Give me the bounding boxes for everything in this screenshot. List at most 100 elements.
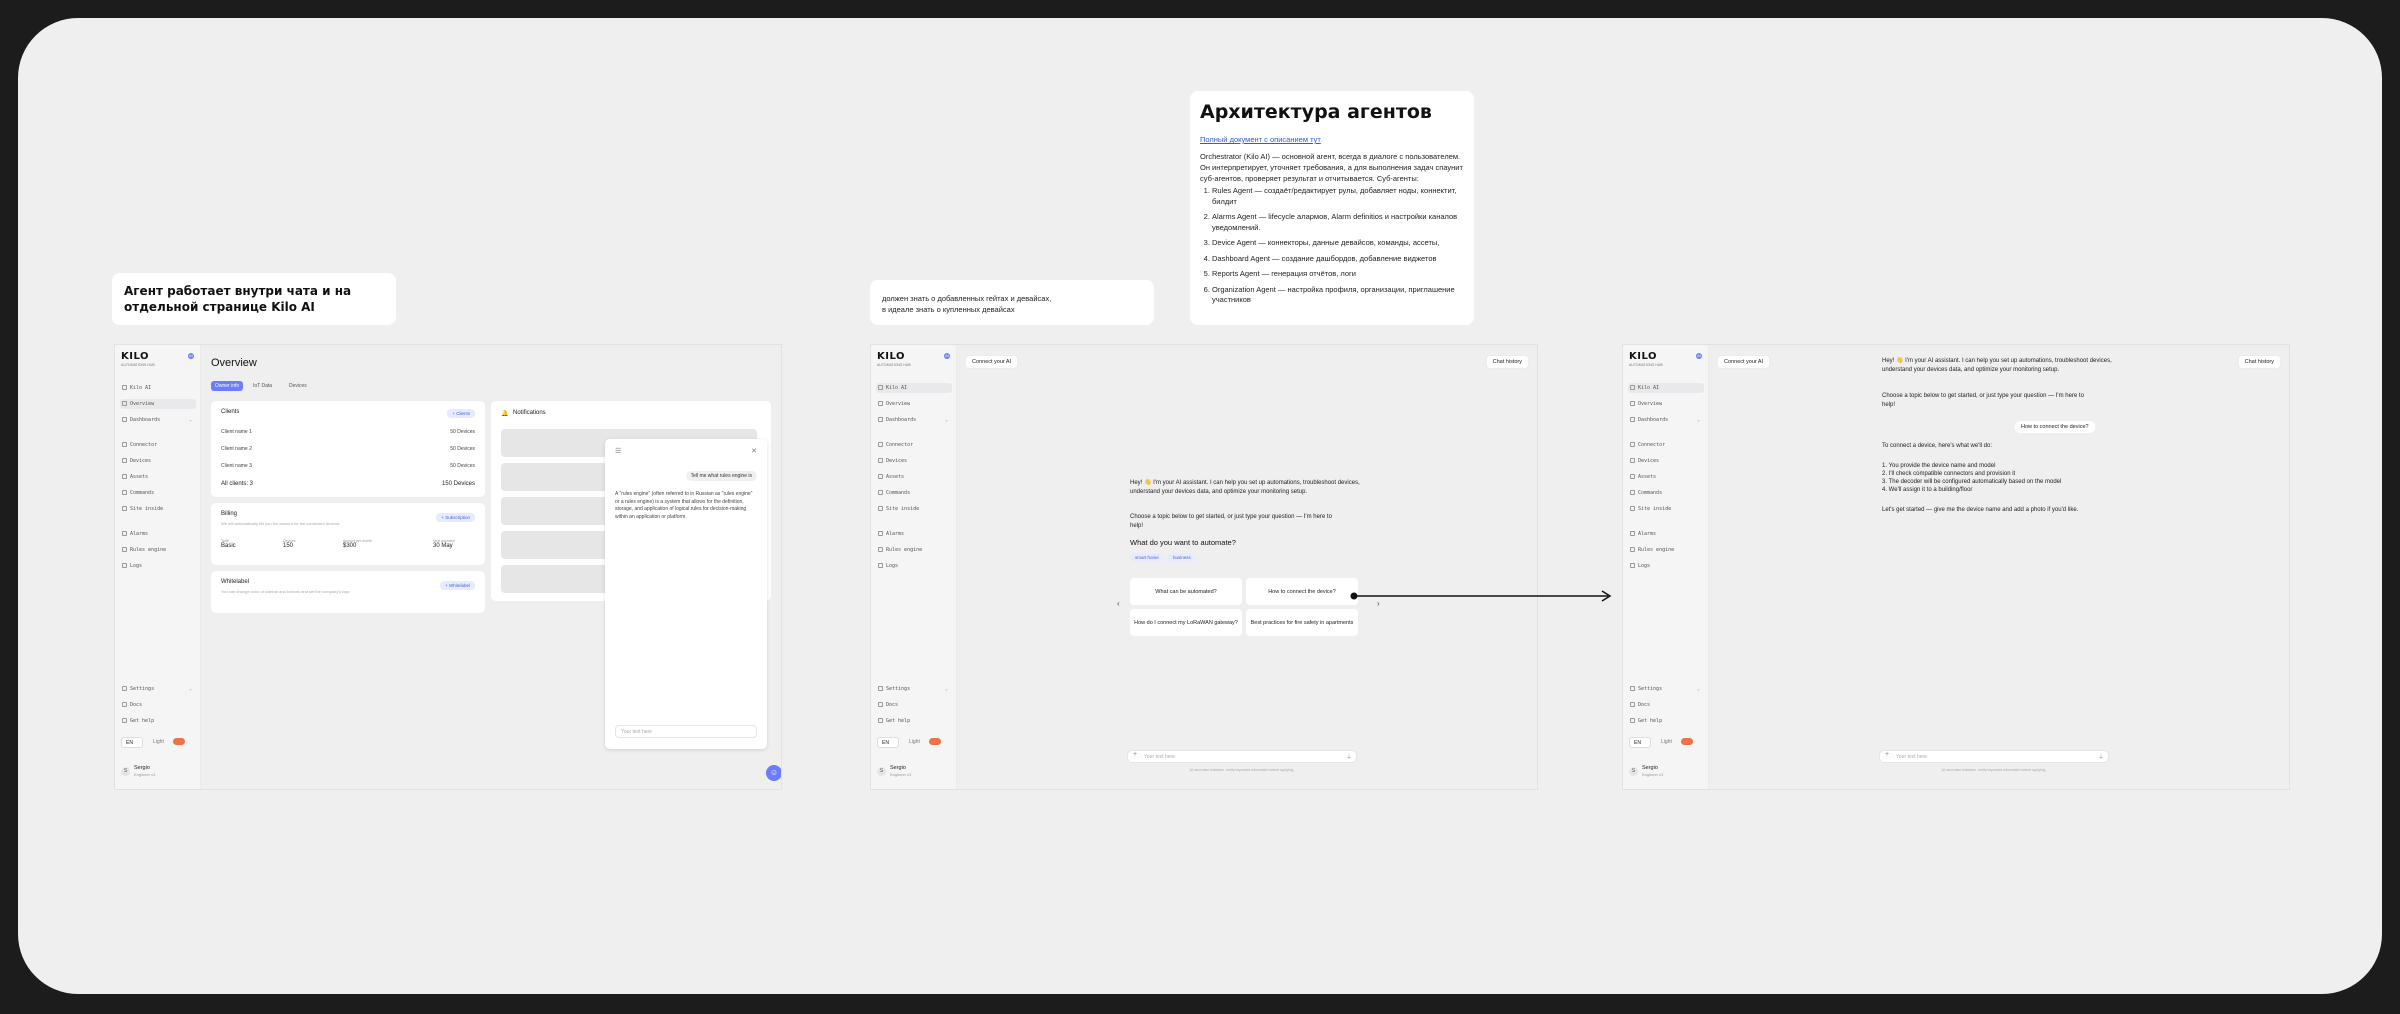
sidebar-item-devices[interactable]: Devices	[120, 456, 196, 466]
avatar[interactable]: S	[121, 767, 130, 776]
sidebar-item-assets[interactable]: Assets	[120, 472, 196, 482]
dashboard-icon	[122, 417, 127, 422]
sidebar-item-alarms[interactable]: Alarms	[876, 529, 952, 539]
theme-toggle[interactable]	[1681, 738, 1693, 745]
avatar[interactable]: S	[1629, 767, 1638, 776]
sidebar-item-kilo-ai[interactable]: Kilo AI	[120, 383, 196, 393]
language-select[interactable]: EN	[1629, 737, 1651, 748]
chat-history-button[interactable]: Chat history	[1485, 355, 1529, 369]
sidebar-item-logs[interactable]: Logs	[876, 561, 952, 571]
chip-business[interactable]: business	[1168, 553, 1196, 562]
device-icon	[878, 458, 883, 463]
sidebar-item-logs[interactable]: Logs	[1628, 561, 1704, 571]
sidebar-item-settings[interactable]: Settings ⌄	[876, 684, 952, 694]
connect-ai-button[interactable]: Connect your AI	[1717, 355, 1771, 369]
add-whitelabel-button[interactable]: + Whitelabel	[440, 581, 475, 590]
sidebar-item-site-inside[interactable]: Site inside	[1628, 504, 1704, 514]
sidebar-item-overview[interactable]: Overview	[876, 399, 952, 409]
kilo-logo: KILO	[121, 351, 149, 362]
sidebar-item-get-help[interactable]: Get help	[1628, 716, 1704, 726]
billing-amount: Amount per month $300	[343, 539, 372, 549]
sidebar-item-assets[interactable]: Assets	[876, 472, 952, 482]
sidebar-item-docs[interactable]: Docs	[876, 700, 952, 710]
theme-label: Light	[909, 739, 920, 745]
prompt-text: Choose a topic below to get started, or …	[1882, 393, 2084, 408]
sidebar-item-alarms[interactable]: Alarms	[120, 529, 196, 539]
agent-alarms: Alarms Agent — lifecycle алармов, Alarm …	[1212, 212, 1464, 233]
sidebar-item-rules-engine[interactable]: Rules engine	[876, 545, 952, 555]
close-icon[interactable]: ✕	[751, 447, 757, 455]
sidebar-item-connector[interactable]: Connector	[1628, 440, 1704, 450]
sidebar-item-dashboards[interactable]: Dashboards ⌄	[1628, 415, 1704, 425]
sidebar-item-connector[interactable]: Connector	[876, 440, 952, 450]
clients-title: Clients	[221, 409, 240, 415]
plus-icon[interactable]: +	[1133, 751, 1137, 758]
tab-owner-info[interactable]: Owner info	[211, 381, 244, 391]
option-what-can-be-automated[interactable]: What can be automated?	[1130, 578, 1242, 605]
sidebar-item-kilo-ai[interactable]: Kilo AI	[876, 383, 952, 393]
chip-smart-home[interactable]: smart home	[1130, 553, 1164, 562]
chevron-down-icon: ⌄	[188, 417, 192, 423]
sidebar-item-devices[interactable]: Devices	[1628, 456, 1704, 466]
sidebar-item-assets[interactable]: Assets	[1628, 472, 1704, 482]
kilo-logo: KILO	[1629, 351, 1657, 362]
mic-icon[interactable]: ⏚	[1346, 752, 1352, 761]
add-clients-button[interactable]: + Clients	[447, 409, 475, 418]
plus-icon[interactable]: +	[1885, 751, 1889, 758]
sidebar-item-rules-engine[interactable]: Rules engine	[1628, 545, 1704, 555]
add-subscription-button[interactable]: + Subscription	[436, 513, 475, 522]
connect-ai-button[interactable]: Connect your AI	[965, 355, 1019, 369]
sidebar-item-overview[interactable]: Overview	[120, 399, 196, 409]
option-how-to-connect[interactable]: How to connect the device?	[1246, 578, 1358, 605]
gear-icon	[1630, 686, 1635, 691]
chat-history-button[interactable]: Chat history	[2237, 355, 2281, 369]
avatar[interactable]: S	[877, 767, 886, 776]
chat-input[interactable]: Your text here	[1127, 750, 1357, 763]
sidebar-item-site-inside[interactable]: Site inside	[876, 504, 952, 514]
sidebar-item-commands[interactable]: Commands	[120, 488, 196, 498]
option-lorawan-gateway[interactable]: How do I connect my LoRaWAN gateway?	[1130, 609, 1242, 636]
sidebar-item-dashboards[interactable]: Dashboards ⌄	[120, 415, 196, 425]
sidebar-item-logs[interactable]: Logs	[120, 561, 196, 571]
sidebar-item-commands[interactable]: Commands	[1628, 488, 1704, 498]
language-select[interactable]: EN	[121, 737, 143, 748]
sidebar-item-alarms[interactable]: Alarms	[1628, 529, 1704, 539]
sidebar-item-settings[interactable]: Settings ⌄	[1628, 684, 1704, 694]
sidebar-item-site-inside[interactable]: Site inside	[120, 504, 196, 514]
tab-iot-data[interactable]: IoT Data	[253, 381, 272, 391]
sidebar-item-docs[interactable]: Docs	[120, 700, 196, 710]
user-name: Sergio Engineer x3	[1642, 765, 1664, 777]
sparkle-icon	[122, 385, 127, 390]
sidebar-item-settings[interactable]: Settings ⌄	[120, 684, 196, 694]
chat-input[interactable]: Your text here	[1879, 750, 2109, 763]
sidebar-item-dashboards[interactable]: Dashboards ⌄	[876, 415, 952, 425]
whitelabel-card: Whitelabel You can change color of sideb…	[211, 571, 485, 613]
sidebar-item-get-help[interactable]: Get help	[876, 716, 952, 726]
language-select[interactable]: EN	[877, 737, 899, 748]
sidebar-item-kilo-ai[interactable]: Kilo AI	[1628, 383, 1704, 393]
chevron-left-icon[interactable]: ‹	[1117, 599, 1120, 608]
sidebar-item-docs[interactable]: Docs	[1628, 700, 1704, 710]
sidebar-item-commands[interactable]: Commands	[876, 488, 952, 498]
option-fire-safety[interactable]: Best practices for fire safety in apartm…	[1246, 609, 1358, 636]
theme-toggle[interactable]	[929, 738, 941, 745]
plug-icon	[1630, 442, 1635, 447]
sidebar-item-connector[interactable]: Connector	[120, 440, 196, 450]
sidebar-item-get-help[interactable]: Get help	[120, 716, 196, 726]
theme-toggle[interactable]	[173, 738, 185, 745]
tab-devices[interactable]: Devices	[289, 381, 307, 391]
chat-bot-icon: ☺	[769, 768, 779, 777]
architecture-doc-link[interactable]: Полный документ с описанием тут	[1200, 135, 1464, 144]
mic-icon[interactable]: ⏚	[2098, 752, 2104, 761]
menu-icon[interactable]: ☰	[615, 447, 621, 455]
clients-card: Clients + Clients Client name 1 50 Devic…	[211, 401, 485, 497]
chat-fab[interactable]: ☺	[766, 765, 781, 781]
terminal-icon	[1630, 490, 1635, 495]
rules-icon	[122, 547, 127, 552]
chat-input[interactable]: Your text here	[615, 725, 757, 738]
dashboard-icon	[1630, 417, 1635, 422]
sidebar-item-rules-engine[interactable]: Rules engine	[120, 545, 196, 555]
sidebar-item-overview[interactable]: Overview	[1628, 399, 1704, 409]
sidebar-item-devices[interactable]: Devices	[876, 456, 952, 466]
agent-device: Device Agent — коннекторы, данные девайс…	[1212, 238, 1464, 249]
